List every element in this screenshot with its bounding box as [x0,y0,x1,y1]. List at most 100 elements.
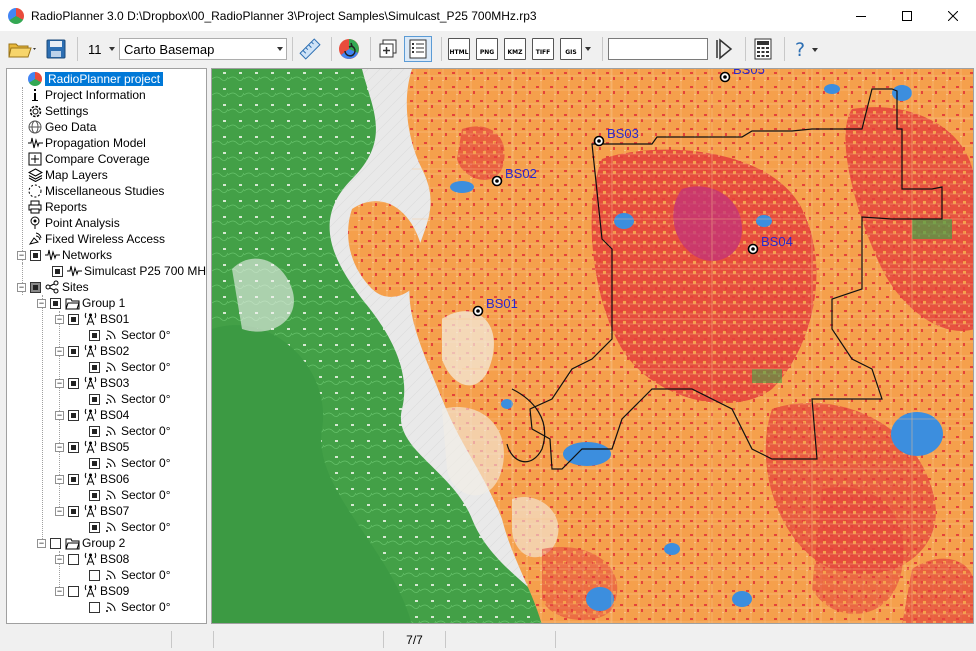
open-project-button[interactable] [6,36,40,62]
tree-site-bs04[interactable]: − BS04 [55,407,129,423]
tree-item-propagation-model[interactable]: Propagation Model [27,135,146,151]
tree-item-miscellaneous-studies[interactable]: Miscellaneous Studies [27,183,164,199]
tree-sector-bs04[interactable]: Sector 0° [89,423,171,439]
sector-checkbox[interactable] [89,457,100,469]
site-checkbox[interactable] [68,473,79,485]
tree-node-sites[interactable]: − Sites [17,279,89,295]
site-checkbox[interactable] [68,313,79,325]
tree-root[interactable]: RadioPlanner project [27,71,164,87]
project-tree-panel[interactable]: RadioPlanner project Project Information… [6,68,207,624]
collapse-icon[interactable]: − [37,538,46,548]
tree-node-networks[interactable]: − Networks [17,247,112,263]
close-button[interactable] [930,0,976,31]
minimize-button[interactable] [838,0,884,31]
legend-toggle-button[interactable] [404,36,432,62]
site-checkbox[interactable] [68,441,79,453]
site-checkbox[interactable] [68,553,79,565]
site-checkbox[interactable] [68,585,79,597]
collapse-icon[interactable]: − [17,250,26,260]
tree-item-fixed-wireless-access[interactable]: Fixed Wireless Access [27,231,165,247]
collapse-icon[interactable]: − [55,442,64,452]
basemap-select[interactable]: Carto Basemap [119,38,287,60]
collapse-icon[interactable]: − [55,586,64,596]
sector-checkbox[interactable] [89,329,100,341]
site-checkbox[interactable] [68,409,79,421]
tree-site-bs09[interactable]: − BS09 [55,583,129,599]
sites-checkbox[interactable] [30,281,41,293]
collapse-icon[interactable]: − [55,314,64,324]
tree-sector-bs07[interactable]: Sector 0° [89,519,171,535]
sector-checkbox[interactable] [89,361,100,373]
group-checkbox[interactable] [50,297,61,309]
calculate-coverage-button[interactable] [337,36,361,62]
site-checkbox[interactable] [68,505,79,517]
tree-sector-bs08[interactable]: Sector 0° [89,567,171,583]
sector-checkbox[interactable] [89,521,100,533]
base-station-marker-dot [495,179,499,183]
zoom-level-select[interactable]: 11 [83,38,119,60]
measure-button[interactable] [298,36,322,62]
export-tiff-button[interactable]: TIFF [531,36,555,62]
network-checkbox[interactable] [52,265,63,277]
tree-item-project-information[interactable]: Project Information [27,87,146,103]
tree-sector-bs03[interactable]: Sector 0° [89,391,171,407]
collapse-icon[interactable]: − [55,554,64,564]
tree-sector-bs09[interactable]: Sector 0° [89,599,171,615]
site-checkbox[interactable] [68,377,79,389]
tree-item-map-layers[interactable]: Map Layers [27,167,108,183]
export-png-button[interactable]: PNG [475,36,499,62]
maximize-button[interactable] [884,0,930,31]
group-checkbox[interactable] [50,537,61,549]
lake [892,85,912,101]
site-checkbox[interactable] [68,345,79,357]
save-button[interactable] [44,36,68,62]
tree-site-bs08[interactable]: − BS08 [55,551,129,567]
tree-site-bs01[interactable]: − BS01 [55,311,129,327]
collapse-icon[interactable]: − [55,506,64,516]
sector-checkbox[interactable] [89,601,100,613]
sector-checkbox[interactable] [89,489,100,501]
export-kmz-button[interactable]: KMZ [503,36,527,62]
collapse-icon[interactable]: − [55,346,64,356]
tree-node-group-1[interactable]: − Group 1 [37,295,125,311]
tree-item-compare-coverage[interactable]: Compare Coverage [27,151,150,167]
sector-checkbox[interactable] [89,393,100,405]
tree-sector-bs05[interactable]: Sector 0° [89,455,171,471]
tree-node-group-2[interactable]: − Group 2 [37,535,125,551]
tree-item-geo-data[interactable]: Geo Data [27,119,96,135]
tree-node-label: Networks [62,248,113,262]
tree-site-label: BS01 [100,312,130,326]
help-button[interactable]: ? [790,36,822,62]
search-input[interactable] [608,38,708,60]
collapse-icon[interactable]: − [55,474,64,484]
collapse-icon[interactable]: − [17,282,26,292]
tree-item-point-analysis[interactable]: Point Analysis [27,215,120,231]
sector-checkbox[interactable] [89,569,100,581]
lake [664,543,680,555]
map-view[interactable]: BS02 BS03 BS04 BS01 BS05 [211,68,974,624]
tree-sector-bs06[interactable]: Sector 0° [89,487,171,503]
collapse-icon[interactable]: − [37,298,46,308]
lake [586,587,614,611]
tree-item-settings[interactable]: Settings [27,103,88,119]
tree-sector-bs02[interactable]: Sector 0° [89,359,171,375]
export-gis-button[interactable]: GIS [559,36,593,62]
tree-item-reports[interactable]: Reports [27,199,87,215]
tree-site-bs02[interactable]: − BS02 [55,343,129,359]
collapse-icon[interactable]: − [55,378,64,388]
tree-sector-bs01[interactable]: Sector 0° [89,327,171,343]
sector-checkbox[interactable] [89,425,100,437]
tree-site-bs07[interactable]: − BS07 [55,503,129,519]
add-layer-button[interactable] [376,36,400,62]
go-button[interactable] [712,36,736,62]
calculator-button[interactable] [751,36,775,62]
coverage-map[interactable]: BS02 BS03 BS04 BS01 BS05 [212,69,974,624]
tree-site-bs03[interactable]: − BS03 [55,375,129,391]
collapse-icon[interactable]: − [55,410,64,420]
chevron-down-icon [277,47,283,51]
tree-site-bs06[interactable]: − BS06 [55,471,129,487]
tree-site-bs05[interactable]: − BS05 [55,439,129,455]
export-html-button[interactable]: HTML [447,36,471,62]
tree-item-network[interactable]: Simulcast P25 700 MHz [52,263,206,279]
networks-checkbox[interactable] [30,249,41,261]
